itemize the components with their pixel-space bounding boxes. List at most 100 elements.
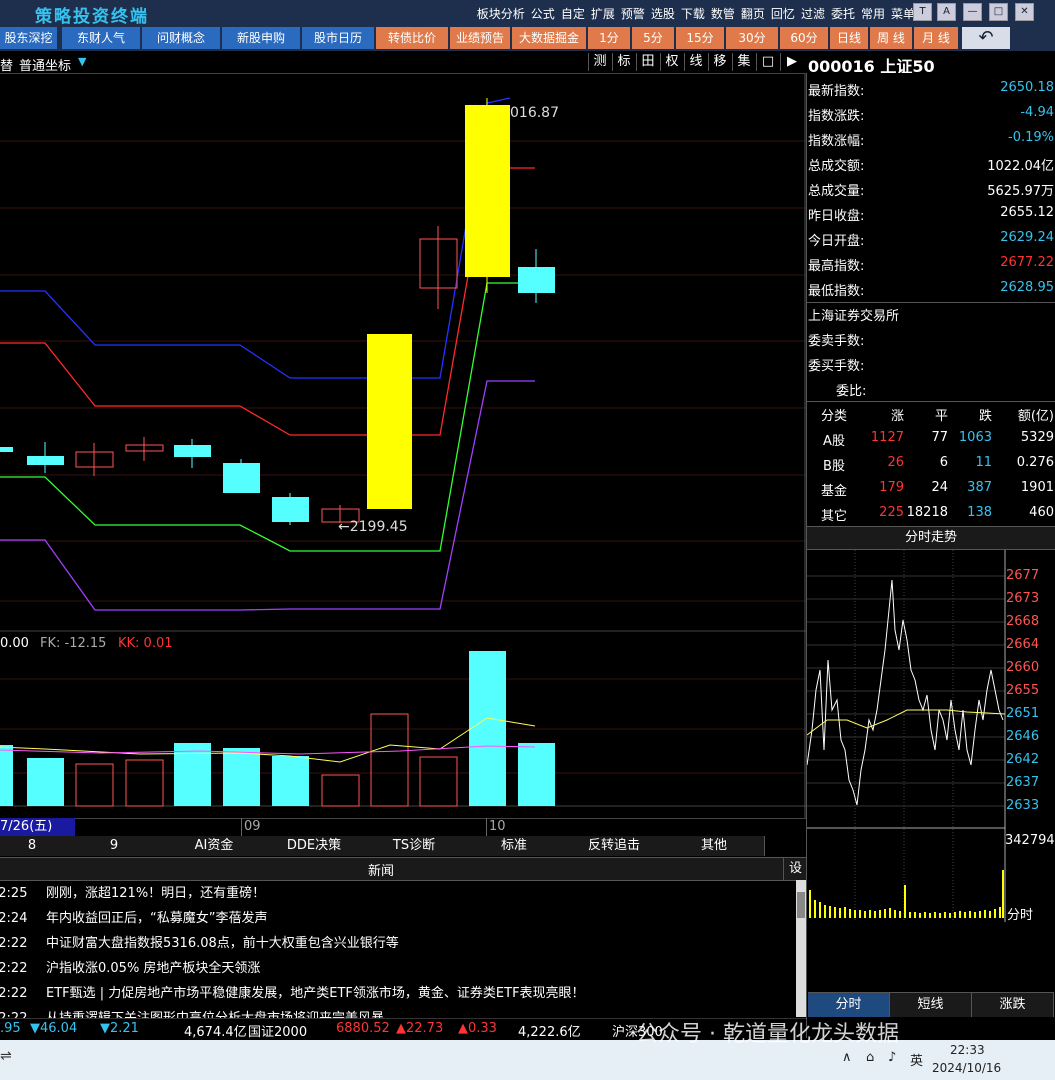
bottom-tab[interactable]: DDE决策: [264, 836, 365, 856]
clock-date[interactable]: 2024/10/16: [932, 1061, 1001, 1075]
chevron-down-icon[interactable]: ▼: [78, 55, 86, 68]
quote-label: 今日开盘:: [808, 234, 865, 249]
news-item[interactable]: 22:24 年内收益回正后，“私募魔女”李蓓发声: [0, 906, 795, 931]
toolbar-item[interactable]: 业绩预告: [450, 27, 511, 49]
app-icon[interactable]: T: [913, 3, 932, 21]
band-lower: [0, 282, 535, 552]
intraday-tab[interactable]: 分时: [808, 992, 890, 1017]
bottom-tab[interactable]: 8: [0, 836, 65, 856]
menu-item[interactable]: 选股: [651, 5, 675, 22]
menu-item[interactable]: 板块分析: [477, 5, 525, 22]
volume-bar: [0, 745, 13, 806]
taskbar-icon[interactable]: ⇌: [0, 1048, 12, 1064]
toolbar-item[interactable]: 60分: [780, 27, 829, 49]
menu-item[interactable]: 预警: [621, 5, 645, 22]
toolbar-item[interactable]: 新股申购: [222, 27, 301, 49]
coordinate-select[interactable]: 普通坐标: [19, 55, 71, 74]
toolbar-item[interactable]: 大数据掘金: [512, 27, 587, 49]
ime-indicator[interactable]: 英: [910, 1050, 923, 1069]
candle: [272, 497, 309, 522]
intraday-tab[interactable]: 涨跌: [972, 992, 1054, 1017]
quote-label: 指数涨幅:: [808, 134, 865, 149]
stats-cell: 18218: [906, 505, 948, 520]
stats-cell: 77: [931, 430, 948, 445]
toolbar-item[interactable]: 5分: [632, 27, 675, 49]
menu-item[interactable]: 翻页: [741, 5, 765, 22]
band-upper: [0, 97, 511, 379]
menu-item[interactable]: 过滤: [801, 5, 825, 22]
partial-label: 替: [0, 59, 14, 74]
toolbar-item[interactable]: 东财人气: [62, 27, 141, 49]
volume-bar: [272, 756, 309, 806]
menu-item[interactable]: 扩展: [591, 5, 615, 22]
back-button[interactable]: ↶: [962, 27, 1010, 49]
bottom-tab[interactable]: 其他: [664, 836, 765, 856]
menu-item[interactable]: 数管: [711, 5, 735, 22]
chart-tool-button[interactable]: 标: [612, 53, 635, 71]
minimize-icon[interactable]: —: [963, 3, 982, 21]
toolbar-item[interactable]: 问财概念: [142, 27, 221, 49]
quote-label: 最新指数:: [808, 84, 865, 99]
toolbar-item[interactable]: 30分: [726, 27, 779, 49]
menu-item[interactable]: 自定: [561, 5, 585, 22]
menu-item[interactable]: 常用: [861, 5, 885, 22]
chart-tool-button[interactable]: ▶: [780, 53, 803, 71]
volume-bar: [174, 743, 211, 806]
toolbar-item[interactable]: 15分: [676, 27, 725, 49]
network-icon[interactable]: ⌂: [866, 1050, 874, 1065]
toolbar-item[interactable]: 日线: [830, 27, 869, 49]
tray-chevron-icon[interactable]: ∧: [842, 1050, 852, 1065]
chart-tool-button[interactable]: 移: [708, 53, 731, 71]
menu-item[interactable]: 菜单: [891, 5, 915, 22]
chart-tool-button[interactable]: □: [756, 53, 779, 71]
menu-item[interactable]: 公式: [531, 5, 555, 22]
menu-item[interactable]: 委托: [831, 5, 855, 22]
candle: [367, 334, 412, 509]
news-item[interactable]: 22:22 沪指收涨0.05% 房地产板块全天领涨: [0, 956, 795, 981]
quote-label: 昨日收盘:: [808, 209, 865, 224]
maximize-icon[interactable]: □: [989, 3, 1008, 21]
toolbar-item-deep-dig[interactable]: 股东深挖: [0, 27, 57, 49]
bottom-tab[interactable]: TS诊断: [364, 836, 465, 856]
skin-icon[interactable]: A: [937, 3, 956, 21]
kline-chart[interactable]: 016.87 ←2199.45 0.00 FK: -12.15 KK: 0.01: [0, 73, 806, 818]
stats-cell: 11: [975, 455, 992, 470]
news-settings-button[interactable]: 设: [783, 857, 807, 880]
toolbar-item[interactable]: 股市日历: [302, 27, 375, 49]
stats-cell: 6: [939, 455, 948, 470]
quote-value: 2655.12: [1000, 205, 1054, 220]
volume-bar: [518, 743, 555, 806]
toolbar-item[interactable]: 周 线: [870, 27, 913, 49]
toolbar-item[interactable]: 月 线: [914, 27, 959, 49]
candle: [465, 105, 510, 277]
news-scrollbar[interactable]: [796, 880, 806, 1017]
clock-time[interactable]: 22:33: [950, 1043, 985, 1057]
chart-tool-button[interactable]: 集: [732, 53, 755, 71]
news-title: 新闻: [368, 864, 395, 879]
bottom-tab[interactable]: 标准: [464, 836, 565, 856]
quote-label: 指数涨跌:: [808, 109, 865, 124]
chart-tool-button[interactable]: 权: [660, 53, 683, 71]
news-item[interactable]: 22:25 刚刚，涨超121%！明日，还有重磅！: [0, 881, 795, 906]
bottom-tab[interactable]: 9: [64, 836, 165, 856]
toolbar-item[interactable]: 1分: [588, 27, 631, 49]
volume-icon[interactable]: ♪: [888, 1050, 896, 1065]
chart-tool-button[interactable]: 田: [636, 53, 659, 71]
volume-bar: [125, 759, 164, 807]
bottom-tab[interactable]: 反转追击: [564, 836, 665, 856]
intraday-tab[interactable]: 短线: [890, 992, 972, 1017]
chart-tool-button[interactable]: 测: [588, 53, 611, 71]
chart-tool-button[interactable]: 线: [684, 53, 707, 71]
watermark: 公众号 · 乾道量化龙头数据: [636, 1022, 899, 1047]
bottom-tab[interactable]: AI资金: [164, 836, 265, 856]
status-item: ▼2.21: [100, 1021, 139, 1036]
ratio-label: 委比:: [836, 384, 867, 399]
toolbar-item[interactable]: 转债比价: [376, 27, 449, 49]
menu-item[interactable]: 回忆: [771, 5, 795, 22]
close-icon[interactable]: ✕: [1015, 3, 1034, 21]
news-item[interactable]: 22:22 ETF甄选 | 力促房地产市场平稳健康发展，地产类ETF领涨市场，黄金…: [0, 981, 795, 1006]
intraday-tick: 2664: [1006, 637, 1040, 652]
news-item[interactable]: 22:22 中证财富大盘指数报5316.08点，前十大权重包含兴业银行等: [0, 931, 795, 956]
menu-item[interactable]: 下载: [681, 5, 705, 22]
indicator-a: 0.00: [0, 636, 29, 651]
